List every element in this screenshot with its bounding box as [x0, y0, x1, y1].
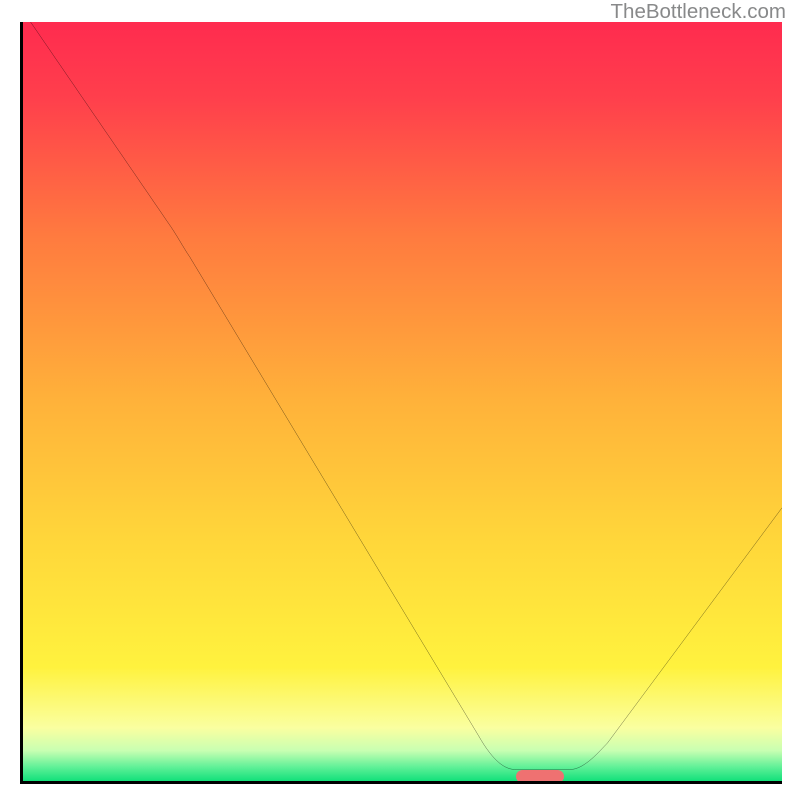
watermark-text: TheBottleneck.com: [611, 0, 786, 24]
background-gradient: [23, 22, 782, 781]
bottleneck-chart: TheBottleneck.com: [0, 0, 800, 800]
optimum-marker: [516, 770, 564, 783]
plot-area: [20, 22, 782, 784]
